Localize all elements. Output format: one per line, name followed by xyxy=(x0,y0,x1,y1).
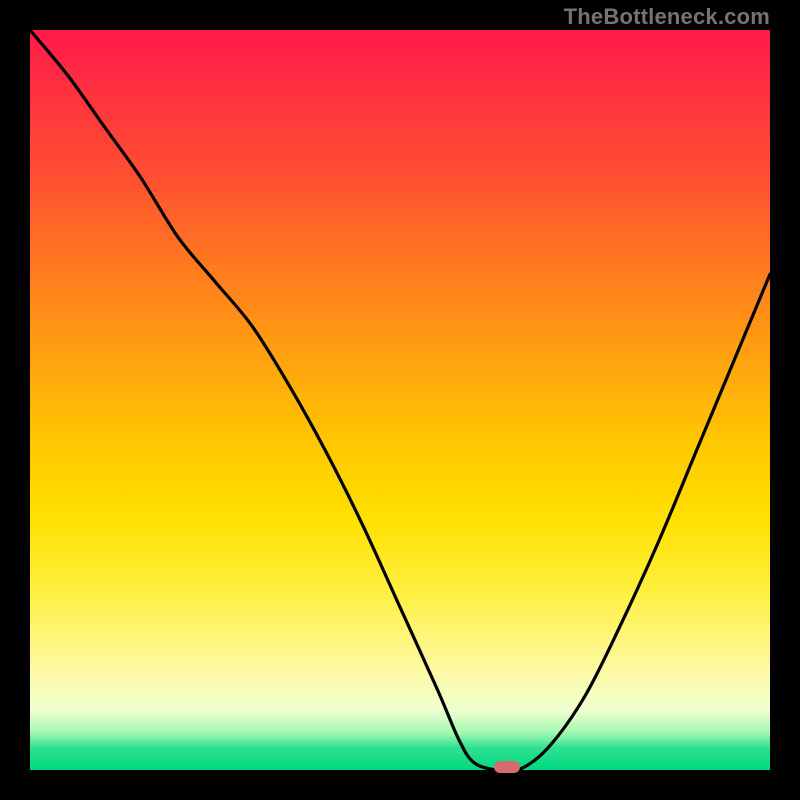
optimal-marker xyxy=(494,761,520,773)
watermark-text: TheBottleneck.com xyxy=(564,4,770,30)
bottleneck-curve-path xyxy=(30,30,770,770)
plot-area xyxy=(30,30,770,770)
curve-svg xyxy=(30,30,770,770)
chart-frame: TheBottleneck.com xyxy=(0,0,800,800)
